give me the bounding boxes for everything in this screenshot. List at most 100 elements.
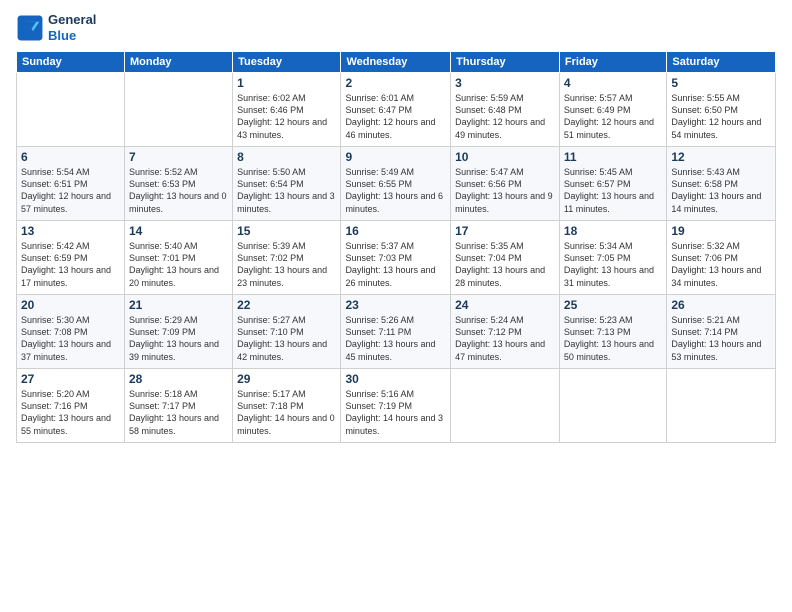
day-number: 30 bbox=[345, 372, 446, 386]
day-number: 25 bbox=[564, 298, 662, 312]
day-info: Sunrise: 5:20 AMSunset: 7:16 PMDaylight:… bbox=[21, 388, 120, 437]
calendar-cell bbox=[17, 73, 125, 147]
calendar-cell: 24 Sunrise: 5:24 AMSunset: 7:12 PMDayligh… bbox=[451, 295, 560, 369]
day-number: 27 bbox=[21, 372, 120, 386]
weekday-header-tuesday: Tuesday bbox=[233, 52, 341, 73]
calendar-cell: 11 Sunrise: 5:45 AMSunset: 6:57 PMDayligh… bbox=[559, 147, 666, 221]
day-info: Sunrise: 5:39 AMSunset: 7:02 PMDaylight:… bbox=[237, 240, 336, 289]
day-number: 2 bbox=[345, 76, 446, 90]
day-number: 29 bbox=[237, 372, 336, 386]
day-number: 1 bbox=[237, 76, 336, 90]
day-number: 26 bbox=[671, 298, 771, 312]
day-info: Sunrise: 5:37 AMSunset: 7:03 PMDaylight:… bbox=[345, 240, 446, 289]
calendar-cell bbox=[559, 369, 666, 443]
day-info: Sunrise: 5:57 AMSunset: 6:49 PMDaylight:… bbox=[564, 92, 662, 141]
header: General Blue bbox=[16, 12, 776, 43]
weekday-header-row: SundayMondayTuesdayWednesdayThursdayFrid… bbox=[17, 52, 776, 73]
day-number: 5 bbox=[671, 76, 771, 90]
day-number: 9 bbox=[345, 150, 446, 164]
day-number: 17 bbox=[455, 224, 555, 238]
page: General Blue SundayMondayTuesdayWednesda… bbox=[0, 0, 792, 612]
day-number: 19 bbox=[671, 224, 771, 238]
weekday-header-sunday: Sunday bbox=[17, 52, 125, 73]
day-info: Sunrise: 5:47 AMSunset: 6:56 PMDaylight:… bbox=[455, 166, 555, 215]
week-row-4: 20 Sunrise: 5:30 AMSunset: 7:08 PMDayligh… bbox=[17, 295, 776, 369]
day-info: Sunrise: 5:26 AMSunset: 7:11 PMDaylight:… bbox=[345, 314, 446, 363]
week-row-3: 13 Sunrise: 5:42 AMSunset: 6:59 PMDayligh… bbox=[17, 221, 776, 295]
weekday-header-monday: Monday bbox=[124, 52, 232, 73]
calendar-cell: 17Sunrise: 5:35 AMSunset: 7:04 PMDayligh… bbox=[451, 221, 560, 295]
week-row-5: 27 Sunrise: 5:20 AMSunset: 7:16 PMDayligh… bbox=[17, 369, 776, 443]
calendar-cell: 26 Sunrise: 5:21 AMSunset: 7:14 PMDayligh… bbox=[667, 295, 776, 369]
day-info: Sunrise: 5:43 AMSunset: 6:58 PMDaylight:… bbox=[671, 166, 771, 215]
calendar-cell: 10Sunrise: 5:47 AMSunset: 6:56 PMDayligh… bbox=[451, 147, 560, 221]
logo-icon bbox=[16, 14, 44, 42]
calendar-cell: 8Sunrise: 5:50 AMSunset: 6:54 PMDaylight… bbox=[233, 147, 341, 221]
day-info: Sunrise: 5:55 AMSunset: 6:50 PMDaylight:… bbox=[671, 92, 771, 141]
calendar-table: SundayMondayTuesdayWednesdayThursdayFrid… bbox=[16, 51, 776, 443]
day-number: 15 bbox=[237, 224, 336, 238]
day-number: 13 bbox=[21, 224, 120, 238]
calendar-cell: 14 Sunrise: 5:40 AMSunset: 7:01 PMDayligh… bbox=[124, 221, 232, 295]
day-number: 3 bbox=[455, 76, 555, 90]
day-info: Sunrise: 5:40 AMSunset: 7:01 PMDaylight:… bbox=[129, 240, 228, 289]
weekday-header-thursday: Thursday bbox=[451, 52, 560, 73]
calendar-cell: 6 Sunrise: 5:54 AMSunset: 6:51 PMDaylight… bbox=[17, 147, 125, 221]
day-number: 4 bbox=[564, 76, 662, 90]
day-number: 12 bbox=[671, 150, 771, 164]
calendar-cell: 21Sunrise: 5:29 AMSunset: 7:09 PMDayligh… bbox=[124, 295, 232, 369]
day-info: Sunrise: 5:30 AMSunset: 7:08 PMDaylight:… bbox=[21, 314, 120, 363]
weekday-header-saturday: Saturday bbox=[667, 52, 776, 73]
calendar-cell: 7 Sunrise: 5:52 AMSunset: 6:53 PMDaylight… bbox=[124, 147, 232, 221]
day-info: Sunrise: 5:17 AMSunset: 7:18 PMDaylight:… bbox=[237, 388, 336, 437]
day-info: Sunrise: 5:32 AMSunset: 7:06 PMDaylight:… bbox=[671, 240, 771, 289]
day-info: Sunrise: 5:52 AMSunset: 6:53 PMDaylight:… bbox=[129, 166, 228, 215]
day-number: 18 bbox=[564, 224, 662, 238]
day-info: Sunrise: 5:49 AMSunset: 6:55 PMDaylight:… bbox=[345, 166, 446, 215]
day-info: Sunrise: 6:01 AMSunset: 6:47 PMDaylight:… bbox=[345, 92, 446, 141]
day-info: Sunrise: 5:23 AMSunset: 7:13 PMDaylight:… bbox=[564, 314, 662, 363]
calendar-cell: 22Sunrise: 5:27 AMSunset: 7:10 PMDayligh… bbox=[233, 295, 341, 369]
day-number: 11 bbox=[564, 150, 662, 164]
day-info: Sunrise: 5:34 AMSunset: 7:05 PMDaylight:… bbox=[564, 240, 662, 289]
day-info: Sunrise: 5:42 AMSunset: 6:59 PMDaylight:… bbox=[21, 240, 120, 289]
calendar-cell: 28Sunrise: 5:18 AMSunset: 7:17 PMDayligh… bbox=[124, 369, 232, 443]
day-info: Sunrise: 5:21 AMSunset: 7:14 PMDaylight:… bbox=[671, 314, 771, 363]
day-number: 7 bbox=[129, 150, 228, 164]
calendar-cell: 2 Sunrise: 6:01 AMSunset: 6:47 PMDaylight… bbox=[341, 73, 451, 147]
day-number: 16 bbox=[345, 224, 446, 238]
day-number: 6 bbox=[21, 150, 120, 164]
calendar-cell: 3 Sunrise: 5:59 AMSunset: 6:48 PMDaylight… bbox=[451, 73, 560, 147]
weekday-header-friday: Friday bbox=[559, 52, 666, 73]
calendar-cell: 9 Sunrise: 5:49 AMSunset: 6:55 PMDaylight… bbox=[341, 147, 451, 221]
calendar-cell: 23 Sunrise: 5:26 AMSunset: 7:11 PMDayligh… bbox=[341, 295, 451, 369]
calendar-cell bbox=[451, 369, 560, 443]
day-info: Sunrise: 5:54 AMSunset: 6:51 PMDaylight:… bbox=[21, 166, 120, 215]
day-info: Sunrise: 5:59 AMSunset: 6:48 PMDaylight:… bbox=[455, 92, 555, 141]
day-number: 24 bbox=[455, 298, 555, 312]
calendar-cell bbox=[667, 369, 776, 443]
logo-text: General Blue bbox=[48, 12, 96, 43]
calendar-cell: 5 Sunrise: 5:55 AMSunset: 6:50 PMDaylight… bbox=[667, 73, 776, 147]
calendar-cell: 12 Sunrise: 5:43 AMSunset: 6:58 PMDayligh… bbox=[667, 147, 776, 221]
calendar-cell: 15 Sunrise: 5:39 AMSunset: 7:02 PMDayligh… bbox=[233, 221, 341, 295]
day-info: Sunrise: 5:18 AMSunset: 7:17 PMDaylight:… bbox=[129, 388, 228, 437]
day-info: Sunrise: 5:50 AMSunset: 6:54 PMDaylight:… bbox=[237, 166, 336, 215]
calendar-cell: 25 Sunrise: 5:23 AMSunset: 7:13 PMDayligh… bbox=[559, 295, 666, 369]
calendar-cell bbox=[124, 73, 232, 147]
day-info: Sunrise: 5:24 AMSunset: 7:12 PMDaylight:… bbox=[455, 314, 555, 363]
calendar-cell: 27 Sunrise: 5:20 AMSunset: 7:16 PMDayligh… bbox=[17, 369, 125, 443]
calendar-cell: 30 Sunrise: 5:16 AMSunset: 7:19 PMDayligh… bbox=[341, 369, 451, 443]
calendar-cell: 1 Sunrise: 6:02 AMSunset: 6:46 PMDaylight… bbox=[233, 73, 341, 147]
day-number: 21 bbox=[129, 298, 228, 312]
day-info: Sunrise: 5:16 AMSunset: 7:19 PMDaylight:… bbox=[345, 388, 446, 437]
day-number: 22 bbox=[237, 298, 336, 312]
calendar-cell: 4 Sunrise: 5:57 AMSunset: 6:49 PMDaylight… bbox=[559, 73, 666, 147]
logo: General Blue bbox=[16, 12, 96, 43]
day-number: 20 bbox=[21, 298, 120, 312]
day-info: Sunrise: 5:45 AMSunset: 6:57 PMDaylight:… bbox=[564, 166, 662, 215]
day-number: 23 bbox=[345, 298, 446, 312]
day-info: Sunrise: 6:02 AMSunset: 6:46 PMDaylight:… bbox=[237, 92, 336, 141]
day-number: 14 bbox=[129, 224, 228, 238]
calendar-cell: 29 Sunrise: 5:17 AMSunset: 7:18 PMDayligh… bbox=[233, 369, 341, 443]
